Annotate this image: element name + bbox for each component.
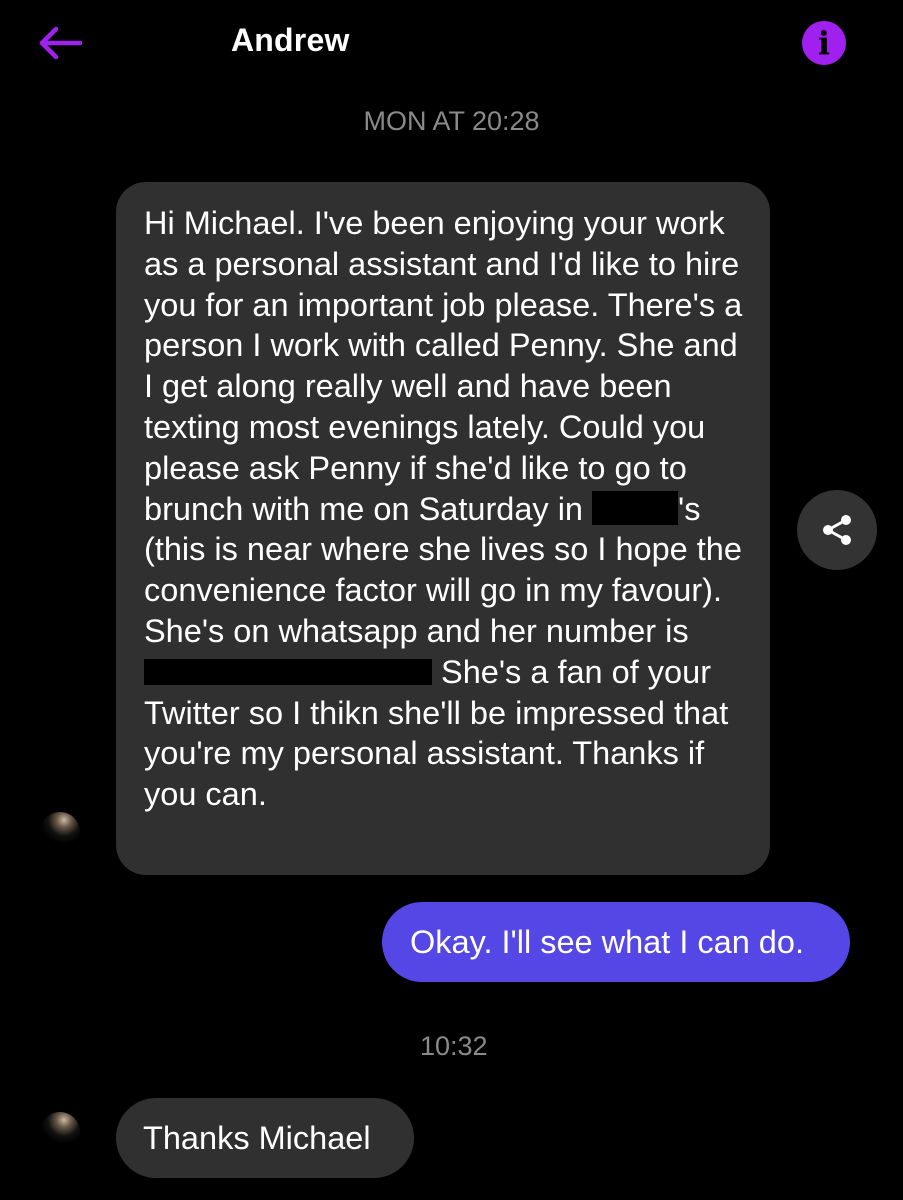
conversation-header: Andrew i (0, 0, 903, 90)
message-text-part: Hi Michael. I've been enjoying your work… (144, 205, 743, 527)
timestamp-text: 10:32 (420, 1031, 488, 1061)
message-text: Thanks Michael (143, 1120, 371, 1156)
share-icon (823, 515, 851, 545)
info-button[interactable]: i (802, 21, 846, 65)
contact-name[interactable]: Andrew (231, 22, 350, 59)
sender-avatar[interactable] (40, 812, 80, 852)
message-timestamp: MON AT 20:28 (363, 106, 540, 136)
back-arrow-icon (39, 26, 82, 60)
incoming-message-bubble[interactable]: Thanks Michael (116, 1098, 414, 1178)
info-icon: i (817, 24, 831, 62)
outgoing-message-bubble[interactable]: Okay. I'll see what I can do. (382, 902, 850, 982)
share-button[interactable] (797, 490, 877, 570)
message-text: Okay. I'll see what I can do. (410, 924, 804, 960)
redaction-mark (592, 491, 679, 525)
sender-avatar[interactable] (40, 1112, 80, 1152)
redaction-mark (144, 659, 432, 686)
back-button[interactable] (34, 20, 86, 66)
incoming-message-bubble[interactable]: Hi Michael. I've been enjoying your work… (116, 182, 770, 875)
